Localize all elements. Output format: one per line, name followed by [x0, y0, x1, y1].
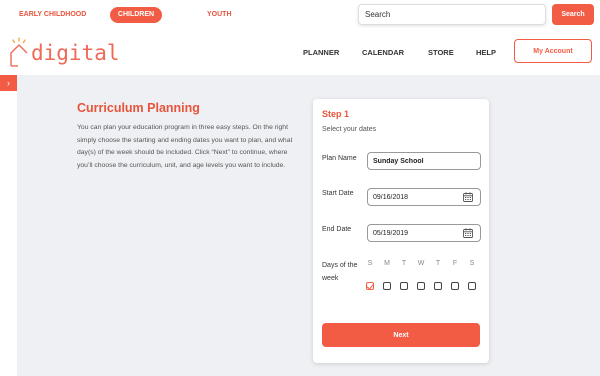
step-card: Step 1 Select your dates Plan Name Start…: [313, 99, 489, 363]
tab-early-childhood[interactable]: EARLY CHILDHOOD: [19, 7, 86, 23]
house-sparkle-icon: [10, 37, 28, 67]
start-date-label: Start Date: [322, 190, 354, 197]
nav-planner[interactable]: PLANNER: [303, 48, 339, 57]
day-letter-monday: M: [384, 260, 390, 267]
nav-calendar[interactable]: CALENDAR: [362, 48, 404, 57]
intro-description: You can plan your education program in t…: [77, 124, 293, 169]
plan-name-field[interactable]: [367, 152, 481, 170]
next-button[interactable]: Next: [322, 323, 480, 347]
day-letter-saturday: S: [469, 260, 475, 267]
calendar-icon[interactable]: [463, 228, 473, 238]
day-checkbox-tuesday[interactable]: [400, 282, 408, 290]
chevron-right-icon: ›: [7, 78, 10, 88]
end-date-label: End Date: [322, 226, 352, 233]
day-checkbox-sunday[interactable]: [366, 282, 374, 290]
tab-youth[interactable]: YOUTH: [207, 7, 232, 23]
nav-store[interactable]: STORE: [428, 48, 454, 57]
search-input[interactable]: [358, 4, 546, 25]
day-checkbox-wednesday[interactable]: [417, 282, 425, 290]
top-bar: EARLY CHILDHOOD CHILDREN YOUTH Search: [0, 0, 600, 30]
sidebar-toggle-button[interactable]: ›: [0, 75, 17, 91]
header: digital PLANNER CALENDAR STORE HELP My A…: [0, 30, 600, 75]
day-letter-thursday: T: [435, 260, 441, 267]
day-letter-tuesday: T: [401, 260, 407, 267]
my-account-button[interactable]: My Account: [514, 39, 592, 63]
day-checkbox-friday[interactable]: [451, 282, 459, 290]
step-subtitle: Select your dates: [322, 126, 377, 133]
sidebar-strip: [0, 91, 17, 376]
day-checkbox-monday[interactable]: [383, 282, 391, 290]
day-letter-sunday: S: [367, 260, 373, 267]
day-letter-friday: F: [452, 260, 458, 267]
plan-name-label: Plan Name: [322, 155, 357, 162]
step-title: Step 1: [322, 109, 350, 119]
search-button[interactable]: Search: [552, 4, 594, 25]
calendar-icon[interactable]: [463, 192, 473, 202]
main-content: [17, 75, 600, 376]
day-checkbox-thursday[interactable]: [434, 282, 442, 290]
days-of-week-label: Days of the week: [322, 262, 358, 282]
tab-children[interactable]: CHILDREN: [110, 7, 162, 23]
day-checkbox-saturday[interactable]: [468, 282, 476, 290]
day-letter-wednesday: W: [417, 260, 425, 267]
page-title: Curriculum Planning: [77, 101, 200, 115]
logo-text: digital: [31, 41, 120, 65]
nav-help[interactable]: HELP: [476, 48, 496, 57]
logo[interactable]: digital: [8, 37, 120, 69]
